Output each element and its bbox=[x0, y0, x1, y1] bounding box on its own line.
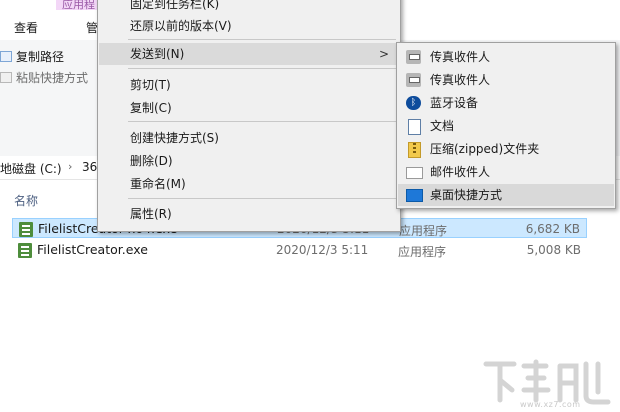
menu-item-label: 还原以前的版本(V) bbox=[130, 19, 232, 33]
menu-item-label: 剪切(T) bbox=[130, 78, 171, 92]
file-date: 2020/12/3 5:11 bbox=[276, 243, 369, 257]
mail-icon bbox=[406, 167, 423, 179]
menu-item-label: 删除(D) bbox=[130, 154, 173, 168]
tab-view[interactable]: 查看 bbox=[14, 19, 38, 36]
address-segment[interactable]: 36 bbox=[82, 160, 97, 174]
paste-shortcut-icon bbox=[0, 72, 12, 83]
breadcrumb-chevron-icon[interactable]: › bbox=[68, 160, 72, 173]
watermark-url: www.xz7.com bbox=[520, 400, 581, 409]
exe-file-icon bbox=[19, 222, 33, 237]
file-size: 6,682 KB bbox=[525, 222, 580, 236]
zip-folder-icon bbox=[408, 142, 421, 158]
fax-icon bbox=[406, 50, 421, 64]
menu-item-delete[interactable]: 删除(D) bbox=[99, 150, 399, 172]
file-size: 5,008 KB bbox=[526, 243, 581, 257]
tab-app-tools-label: 应用程序工具 bbox=[62, 0, 95, 10]
menu-item-rename[interactable]: 重命名(M) bbox=[99, 173, 399, 195]
menu-item-create-shortcut[interactable]: 创建快捷方式(S) bbox=[99, 127, 399, 149]
menu-item-label: 发送到(N) bbox=[130, 47, 185, 61]
menu-item-label: 属性(R) bbox=[130, 207, 172, 221]
submenu-item-label: 传真收件人 bbox=[430, 50, 491, 64]
menu-item-label: 固定到任务栏(K) bbox=[130, 0, 220, 11]
paste-shortcut-label: 粘贴快捷方式 bbox=[16, 71, 89, 85]
copy-path-icon bbox=[0, 51, 12, 62]
submenu-item-bluetooth[interactable]: ᛒ 蓝牙设备 bbox=[398, 92, 614, 114]
desktop-icon bbox=[406, 189, 423, 202]
menu-item-label: 复制(C) bbox=[130, 101, 172, 115]
file-type: 应用程序 bbox=[398, 245, 447, 259]
column-header-name[interactable]: 名称 bbox=[14, 192, 38, 209]
document-icon bbox=[408, 119, 421, 135]
bluetooth-icon: ᛒ bbox=[406, 96, 421, 110]
menu-item-pin-taskbar[interactable]: 固定到任务栏(K) bbox=[99, 0, 399, 15]
menu-separator bbox=[128, 39, 396, 40]
submenu-item-mail-recipient[interactable]: 邮件收件人 bbox=[398, 161, 614, 183]
menu-separator bbox=[128, 121, 396, 122]
menu-item-restore-previous[interactable]: 还原以前的版本(V) bbox=[99, 15, 399, 37]
submenu-arrow-icon: > bbox=[378, 47, 389, 61]
submenu-item-label: 传真收件人 bbox=[430, 73, 491, 87]
file-type: 应用程序 bbox=[399, 224, 448, 238]
file-row[interactable]: FilelistCreator.exe 2020/12/3 5:11 应用程序 … bbox=[12, 240, 587, 260]
address-path[interactable]: 地磁盘 (C:) bbox=[0, 160, 62, 177]
submenu-item-label: 蓝牙设备 bbox=[430, 96, 479, 110]
fax-icon bbox=[406, 73, 421, 87]
tab-app-tools[interactable]: 应用程序工具 bbox=[56, 0, 100, 10]
submenu-item-zip-folder[interactable]: 压缩(zipped)文件夹 bbox=[398, 138, 614, 160]
submenu-item-fax-recipient[interactable]: 传真收件人 bbox=[398, 46, 614, 68]
submenu-item-fax-recipient[interactable]: 传真收件人 bbox=[398, 69, 614, 91]
menu-item-properties[interactable]: 属性(R) bbox=[99, 203, 399, 225]
submenu-item-label: 邮件收件人 bbox=[430, 165, 491, 179]
menu-item-label: 创建快捷方式(S) bbox=[130, 131, 219, 145]
exe-file-icon bbox=[18, 243, 32, 258]
submenu-item-label: 压缩(zipped)文件夹 bbox=[430, 142, 540, 156]
submenu-item-label: 文档 bbox=[430, 119, 455, 133]
submenu-item-desktop-shortcut[interactable]: 桌面快捷方式 bbox=[398, 184, 614, 206]
watermark-logo-icon bbox=[483, 359, 611, 405]
menu-item-label: 重命名(M) bbox=[130, 177, 186, 191]
menu-separator bbox=[128, 68, 396, 69]
paste-shortcut-button[interactable]: 粘贴快捷方式 bbox=[0, 69, 88, 87]
menu-item-send-to[interactable]: 发送到(N) > bbox=[99, 43, 399, 65]
submenu-item-label: 桌面快捷方式 bbox=[430, 188, 503, 202]
submenu-item-documents[interactable]: 文档 bbox=[398, 115, 614, 137]
file-name: FilelistCreator.exe bbox=[37, 242, 148, 257]
context-menu: 固定到任务栏(K) 还原以前的版本(V) 发送到(N) > 剪切(T) 复制(C)… bbox=[97, 0, 401, 232]
send-to-submenu: 传真收件人 传真收件人 ᛒ 蓝牙设备 文档 压缩(zipped)文件夹 邮件收件人… bbox=[396, 42, 616, 209]
copy-path-label: 复制路径 bbox=[16, 50, 65, 64]
menu-item-cut[interactable]: 剪切(T) bbox=[99, 74, 399, 96]
menu-separator bbox=[128, 198, 396, 199]
copy-path-button[interactable]: 复制路径 bbox=[0, 48, 64, 66]
menu-item-copy[interactable]: 复制(C) bbox=[99, 97, 399, 119]
